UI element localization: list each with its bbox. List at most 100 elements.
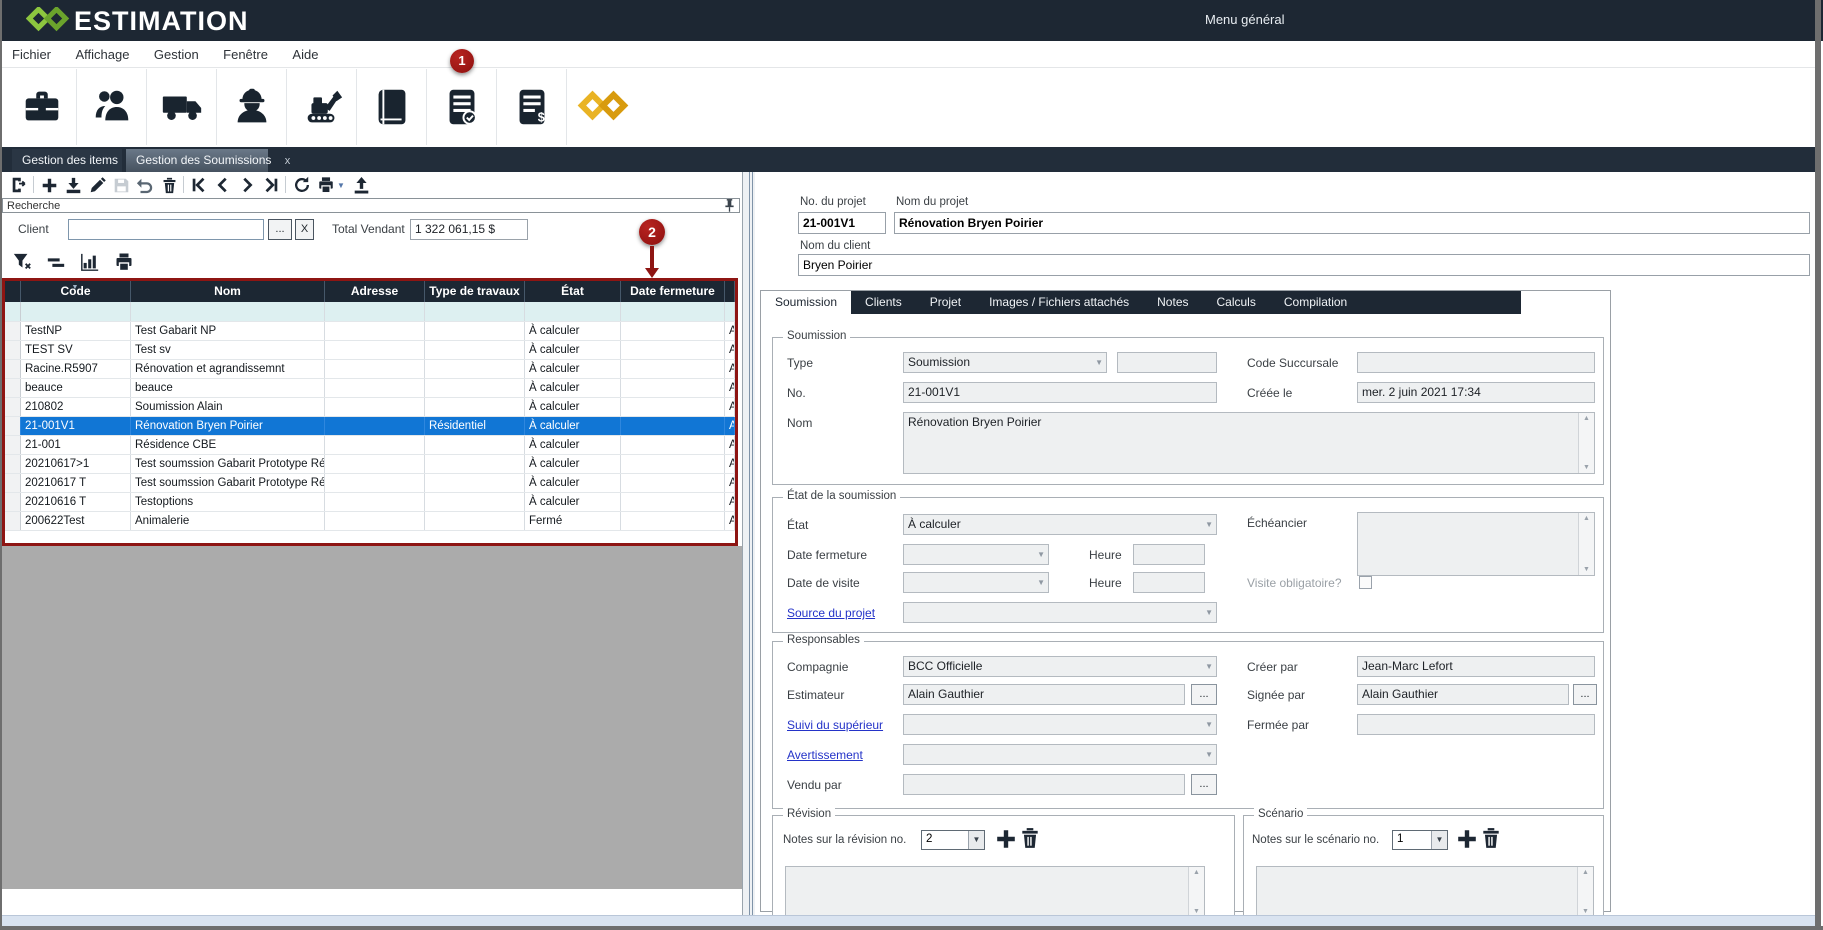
- nom-textarea[interactable]: Rénovation Bryen Poirier ▲▼: [903, 412, 1595, 474]
- creer-par-field[interactable]: Jean-Marc Lefort: [1357, 656, 1595, 677]
- row-selector[interactable]: [5, 493, 21, 511]
- facturation-button[interactable]: $: [498, 69, 567, 145]
- visite-obligatoire-checkbox[interactable]: [1359, 576, 1372, 589]
- delete-scenario-icon[interactable]: [1480, 827, 1502, 854]
- row-selector[interactable]: [5, 455, 21, 473]
- add-icon[interactable]: [38, 175, 60, 195]
- table-row[interactable]: 21-001Résidence CBEÀ calculerA: [5, 436, 735, 455]
- cell-x[interactable]: A: [725, 341, 735, 359]
- tab-gestion-des-items[interactable]: Gestion des items x: [12, 149, 122, 172]
- menu-item-fichier[interactable]: Fichier: [12, 47, 51, 62]
- truck-button[interactable]: [148, 69, 217, 145]
- avertissement-select[interactable]: ▼: [903, 744, 1217, 765]
- table-row[interactable]: 200622TestAnimalerieFerméA: [5, 512, 735, 531]
- cell-nom[interactable]: Test soumssion Gabarit Prototype Rés: [131, 474, 325, 492]
- pin-icon[interactable]: [724, 199, 735, 217]
- cell-date[interactable]: [621, 341, 725, 359]
- row-selector[interactable]: [5, 360, 21, 378]
- cell-adr[interactable]: [325, 417, 425, 435]
- cell-nom[interactable]: Soumission Alain: [131, 398, 325, 416]
- signee-par-field[interactable]: Alain Gauthier: [1357, 684, 1569, 705]
- cell-date[interactable]: [621, 379, 725, 397]
- cell-etat[interactable]: À calculer: [525, 417, 621, 435]
- cell-type[interactable]: [425, 341, 525, 359]
- table-row[interactable]: 20210617 TTest soumssion Gabarit Prototy…: [5, 474, 735, 493]
- cell-date[interactable]: [621, 436, 725, 454]
- row-selector[interactable]: [5, 322, 21, 340]
- cell-adr[interactable]: [325, 360, 425, 378]
- cell-x[interactable]: A: [725, 322, 735, 340]
- cell-type[interactable]: [425, 360, 525, 378]
- compagnie-select[interactable]: BCC Officielle▼: [903, 656, 1217, 677]
- heure-visite-field[interactable]: [1133, 572, 1205, 593]
- date-fermeture-select[interactable]: ▼: [903, 544, 1049, 565]
- edit-pencil-icon[interactable]: [86, 175, 108, 195]
- no-field[interactable]: 21-001V1: [903, 382, 1217, 403]
- scrollbar[interactable]: ▲▼: [1578, 413, 1594, 473]
- add-scenario-icon[interactable]: [1456, 828, 1478, 855]
- scenario-no-select[interactable]: 1▼: [1392, 830, 1448, 850]
- cell-adr[interactable]: [325, 341, 425, 359]
- cell-code[interactable]: 20210617>1: [21, 455, 131, 473]
- cell-date[interactable]: [621, 417, 725, 435]
- cell-date[interactable]: [621, 474, 725, 492]
- cell-nom[interactable]: beauce: [131, 379, 325, 397]
- cell-nom[interactable]: Test sv: [131, 341, 325, 359]
- row-selector[interactable]: [5, 474, 21, 492]
- tab-calculs[interactable]: Calculs: [1203, 291, 1270, 314]
- cell-etat[interactable]: À calculer: [525, 322, 621, 340]
- table-row[interactable]: 210802Soumission AlainÀ calculerA: [5, 398, 735, 417]
- cell-date[interactable]: [621, 512, 725, 530]
- cell-date[interactable]: [621, 360, 725, 378]
- cell-adr[interactable]: [325, 493, 425, 511]
- cell-type[interactable]: [425, 512, 525, 530]
- cell-etat[interactable]: À calculer: [525, 398, 621, 416]
- search-panel-header[interactable]: Recherche: [2, 198, 740, 213]
- cell-nom[interactable]: Test Gabarit NP: [131, 322, 325, 340]
- table-row[interactable]: beaucebeauceÀ calculerA: [5, 379, 735, 398]
- excavator-button[interactable]: [288, 69, 357, 145]
- cell-x[interactable]: A: [725, 398, 735, 416]
- toolbox-button[interactable]: [8, 69, 77, 145]
- revision-notes-textarea[interactable]: ▲▼: [785, 866, 1205, 918]
- scrollbar[interactable]: ▲▼: [1577, 867, 1593, 917]
- cell-x[interactable]: A: [725, 493, 735, 511]
- cell-x[interactable]: A: [725, 417, 735, 435]
- cell-adr[interactable]: [325, 455, 425, 473]
- menu-item-fenetre[interactable]: Fenêtre: [223, 47, 268, 62]
- estimateur-browse-button[interactable]: ...: [1191, 684, 1217, 705]
- vendu-par-browse-button[interactable]: ...: [1191, 774, 1217, 795]
- cell-type[interactable]: [425, 455, 525, 473]
- creee-le-field[interactable]: mer. 2 juin 2021 17:34: [1357, 382, 1595, 403]
- chart-icon[interactable]: [78, 250, 102, 274]
- client-input[interactable]: [68, 219, 264, 240]
- cell-adr[interactable]: [325, 379, 425, 397]
- cell-date[interactable]: [621, 455, 725, 473]
- table-filter-row[interactable]: [5, 302, 735, 322]
- table-row[interactable]: 20210616 TTestoptionsÀ calculerA: [5, 493, 735, 512]
- cell-etat[interactable]: À calculer: [525, 455, 621, 473]
- table-row[interactable]: 20210617>1Test soumssion Gabarit Prototy…: [5, 455, 735, 474]
- estimateur-field[interactable]: Alain Gauthier: [903, 684, 1185, 705]
- scrollbar[interactable]: ▲▼: [1188, 867, 1204, 917]
- header-code[interactable]: ▼Code: [21, 281, 131, 302]
- suivi-superieur-select[interactable]: ▼: [903, 714, 1217, 735]
- cell-type[interactable]: [425, 436, 525, 454]
- cell-nom[interactable]: Rénovation Bryen Poirier: [131, 417, 325, 435]
- cell-code[interactable]: 21-001: [21, 436, 131, 454]
- tab-close-icon[interactable]: x: [285, 155, 291, 167]
- cell-x[interactable]: A: [725, 455, 735, 473]
- worker-button[interactable]: [218, 69, 287, 145]
- cell-etat[interactable]: À calculer: [525, 341, 621, 359]
- print-grid-icon[interactable]: [112, 250, 136, 274]
- print-icon[interactable]: [315, 175, 337, 195]
- header-type-travaux[interactable]: Type de travaux: [425, 281, 525, 302]
- cell-code[interactable]: 21-001V1: [21, 417, 131, 435]
- cell-etat[interactable]: Fermé: [525, 512, 621, 530]
- table-row[interactable]: Racine.R5907Rénovation et agrandissemntÀ…: [5, 360, 735, 379]
- export-icon[interactable]: [350, 175, 372, 195]
- cell-adr[interactable]: [325, 436, 425, 454]
- cell-type[interactable]: [425, 493, 525, 511]
- cell-adr[interactable]: [325, 398, 425, 416]
- cell-nom[interactable]: Testoptions: [131, 493, 325, 511]
